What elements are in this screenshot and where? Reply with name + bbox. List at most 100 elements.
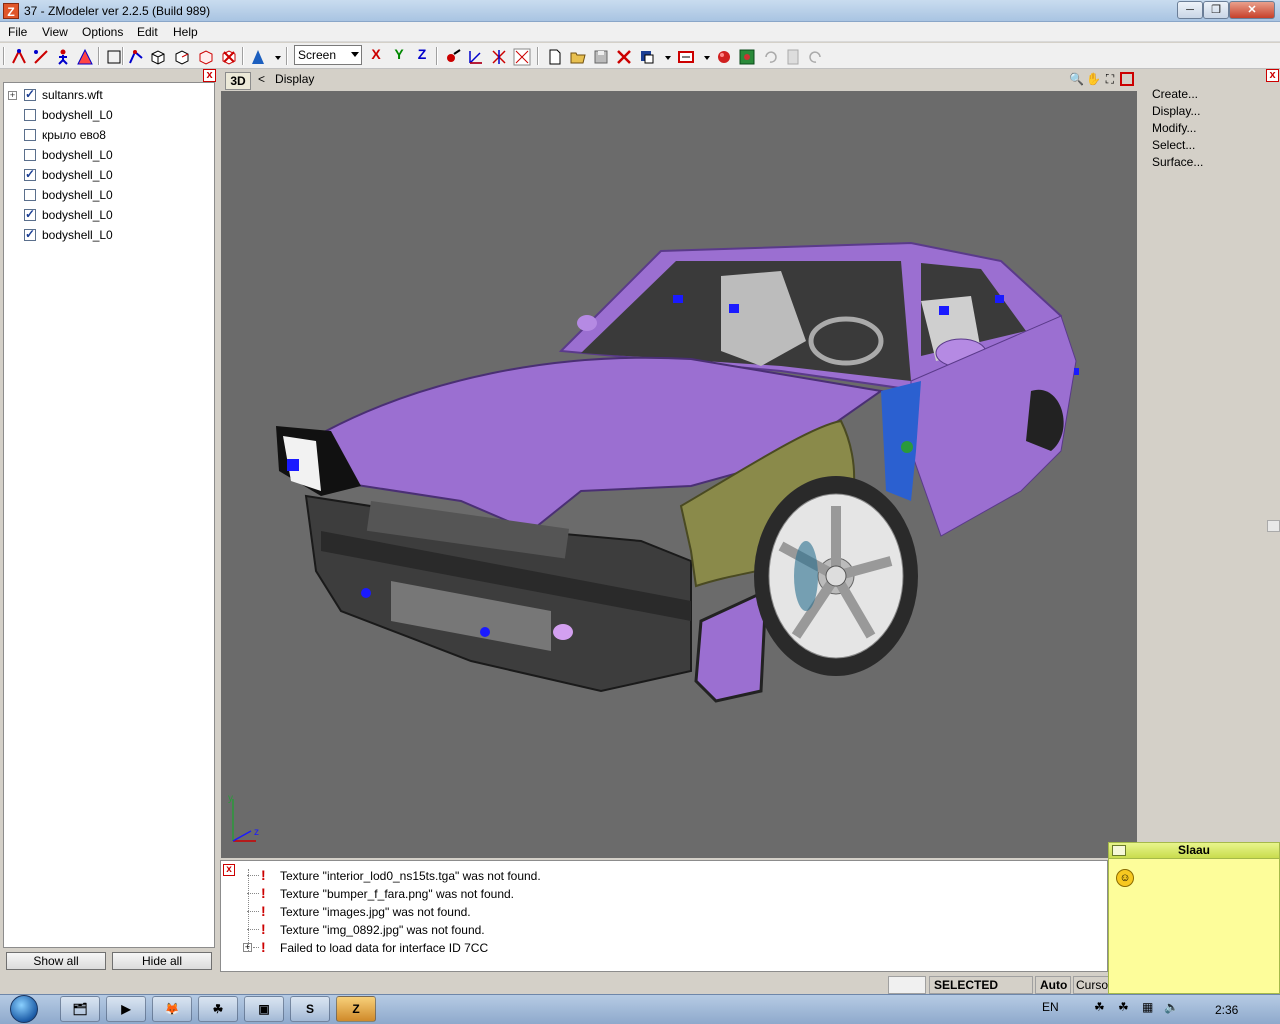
agent-tray-icon[interactable]: ☘ (1094, 1000, 1105, 1014)
tree-item[interactable]: bodyshell_L0 (4, 225, 214, 245)
command-display[interactable]: Display... (1152, 104, 1200, 118)
close-button[interactable]: ✕ (1229, 1, 1275, 19)
tree-item-checkbox[interactable] (24, 189, 36, 201)
tree-item[interactable]: крыло ево8 (4, 125, 214, 145)
menu-help[interactable]: Help (173, 25, 198, 39)
tree-item-checkbox[interactable] (24, 167, 36, 181)
select-object-icon[interactable] (53, 47, 71, 65)
agent-taskbar-icon[interactable]: ☘ (198, 996, 238, 1022)
pan-hand-icon[interactable]: ✋ (1086, 72, 1101, 86)
select-vertex-icon[interactable] (9, 47, 27, 65)
3d-viewport[interactable]: y z (221, 91, 1137, 858)
volume-tray-icon[interactable]: 🔈 (1164, 1000, 1179, 1014)
move-tool-icon[interactable] (126, 47, 144, 65)
axis-y-toggle[interactable]: Y (390, 46, 408, 62)
command-panel-scrollbar[interactable] (1267, 520, 1280, 532)
show-all-button[interactable]: Show all (6, 952, 106, 970)
zmodeler-app-icon[interactable]: Z (3, 3, 19, 19)
menu-edit[interactable]: Edit (137, 25, 158, 39)
axis-y-label: y (228, 793, 233, 804)
axis-local-icon[interactable] (489, 47, 507, 65)
scene-tree-panel: x + sultanrs.wft bodyshell_L0 крыло ево8… (0, 69, 219, 976)
mirror-tool-icon[interactable] (248, 47, 266, 65)
save-file-icon[interactable] (591, 47, 609, 65)
close-log-icon[interactable]: x (223, 864, 235, 876)
tree-item-checkbox[interactable] (24, 227, 36, 241)
network-tray-icon[interactable]: ▦ (1142, 1000, 1153, 1014)
cube-tool-icon[interactable] (172, 47, 190, 65)
log-entry[interactable]: +! Failed to load data for interface ID … (243, 939, 1103, 957)
tree-item-checkbox[interactable] (24, 149, 36, 161)
expand-icon[interactable]: + (8, 91, 17, 100)
explorer-taskbar-icon[interactable]: 🗂 (60, 996, 100, 1022)
command-create[interactable]: Create... (1152, 87, 1198, 101)
dummy-tool-icon[interactable] (104, 47, 122, 65)
redo-icon[interactable] (806, 47, 824, 65)
menu-file[interactable]: File (8, 25, 27, 39)
zmodeler-taskbar-icon[interactable]: Z (336, 996, 376, 1022)
command-select[interactable]: Select... (1152, 138, 1195, 152)
axis-z-toggle[interactable]: Z (413, 46, 431, 62)
zoom-icon[interactable]: 🔍 (1069, 72, 1084, 86)
close-panel-icon[interactable]: x (1266, 69, 1279, 82)
command-modify[interactable]: Modify... (1152, 121, 1196, 135)
taskbar (0, 994, 1280, 1024)
view-mode-select[interactable]: Screen (294, 45, 362, 65)
menu-options[interactable]: Options (82, 25, 123, 39)
command-surface[interactable]: Surface... (1152, 155, 1203, 169)
tree-item[interactable]: bodyshell_L0 (4, 165, 214, 185)
snap-tool-icon[interactable] (443, 47, 461, 65)
tree-item[interactable]: bodyshell_L0 (4, 145, 214, 165)
tree-item-label: sultanrs.wft (42, 88, 103, 102)
render-sphere-icon[interactable] (714, 47, 732, 65)
status-auto[interactable]: Auto (1035, 976, 1071, 994)
tree-item-checkbox[interactable] (24, 87, 36, 101)
tree-item-checkbox[interactable] (24, 109, 36, 121)
start-button[interactable] (4, 994, 46, 1024)
viewport-3d-toggle[interactable]: 3D (225, 72, 251, 90)
expand-icon[interactable]: + (243, 943, 252, 952)
cube-select-icon[interactable] (196, 47, 214, 65)
chat-popup[interactable]: Slaau ☺ (1108, 842, 1280, 994)
open-folder-icon[interactable] (568, 47, 586, 65)
axis-world-icon[interactable] (512, 47, 531, 66)
menu-view[interactable]: View (42, 25, 68, 39)
undo-icon[interactable] (760, 47, 778, 65)
skype-taskbar-icon[interactable]: S (290, 996, 330, 1022)
tree-item-checkbox[interactable] (24, 207, 36, 221)
stop-icon[interactable] (1120, 72, 1134, 86)
tree-item[interactable]: bodyshell_L0 (4, 185, 214, 205)
media-player-taskbar-icon[interactable]: ▶ (106, 996, 146, 1022)
clock-time[interactable]: 2:36 (1215, 1003, 1238, 1017)
tree-item-checkbox[interactable] (24, 129, 36, 141)
mirror-dropdown-icon[interactable] (268, 47, 281, 65)
status-cursor[interactable]: Cursor (1073, 976, 1112, 994)
viewport-nav-back[interactable]: < (258, 72, 265, 86)
minimize-button[interactable]: ─ (1177, 1, 1203, 19)
undo-dropdown-icon[interactable] (697, 47, 710, 65)
cube-delete-icon[interactable] (219, 47, 237, 65)
close-panel-icon[interactable]: x (203, 69, 216, 82)
hide-all-button[interactable]: Hide all (112, 952, 212, 970)
maximize-viewport-icon[interactable]: ⛶ (1103, 72, 1117, 86)
tree-item[interactable]: bodyshell_L0 (4, 105, 214, 125)
select-edge-icon[interactable] (31, 47, 49, 65)
firefox-taskbar-icon[interactable]: 🦊 (152, 996, 192, 1022)
axis-x-toggle[interactable]: X (367, 46, 385, 62)
clipboard-icon[interactable] (783, 47, 801, 65)
language-indicator[interactable]: EN (1042, 1000, 1059, 1014)
select-group-icon[interactable] (75, 47, 93, 65)
undo-history-icon[interactable] (676, 47, 694, 65)
maximize-button[interactable]: ❐ (1203, 1, 1229, 19)
material-editor-icon[interactable] (737, 47, 755, 65)
agent-tray-icon-2[interactable]: ☘ (1118, 1000, 1129, 1014)
axis-gizmo-icon[interactable] (466, 47, 484, 65)
new-file-icon[interactable] (545, 47, 563, 65)
tree-item[interactable]: bodyshell_L0 (4, 205, 214, 225)
monitor-taskbar-icon[interactable]: ▣ (244, 996, 284, 1022)
merge-dropdown-icon[interactable] (658, 47, 671, 65)
merge-icon[interactable] (637, 47, 655, 65)
delete-icon[interactable] (614, 47, 632, 65)
box-tool-icon[interactable] (148, 47, 166, 65)
tree-item-root[interactable]: + sultanrs.wft (4, 85, 214, 105)
